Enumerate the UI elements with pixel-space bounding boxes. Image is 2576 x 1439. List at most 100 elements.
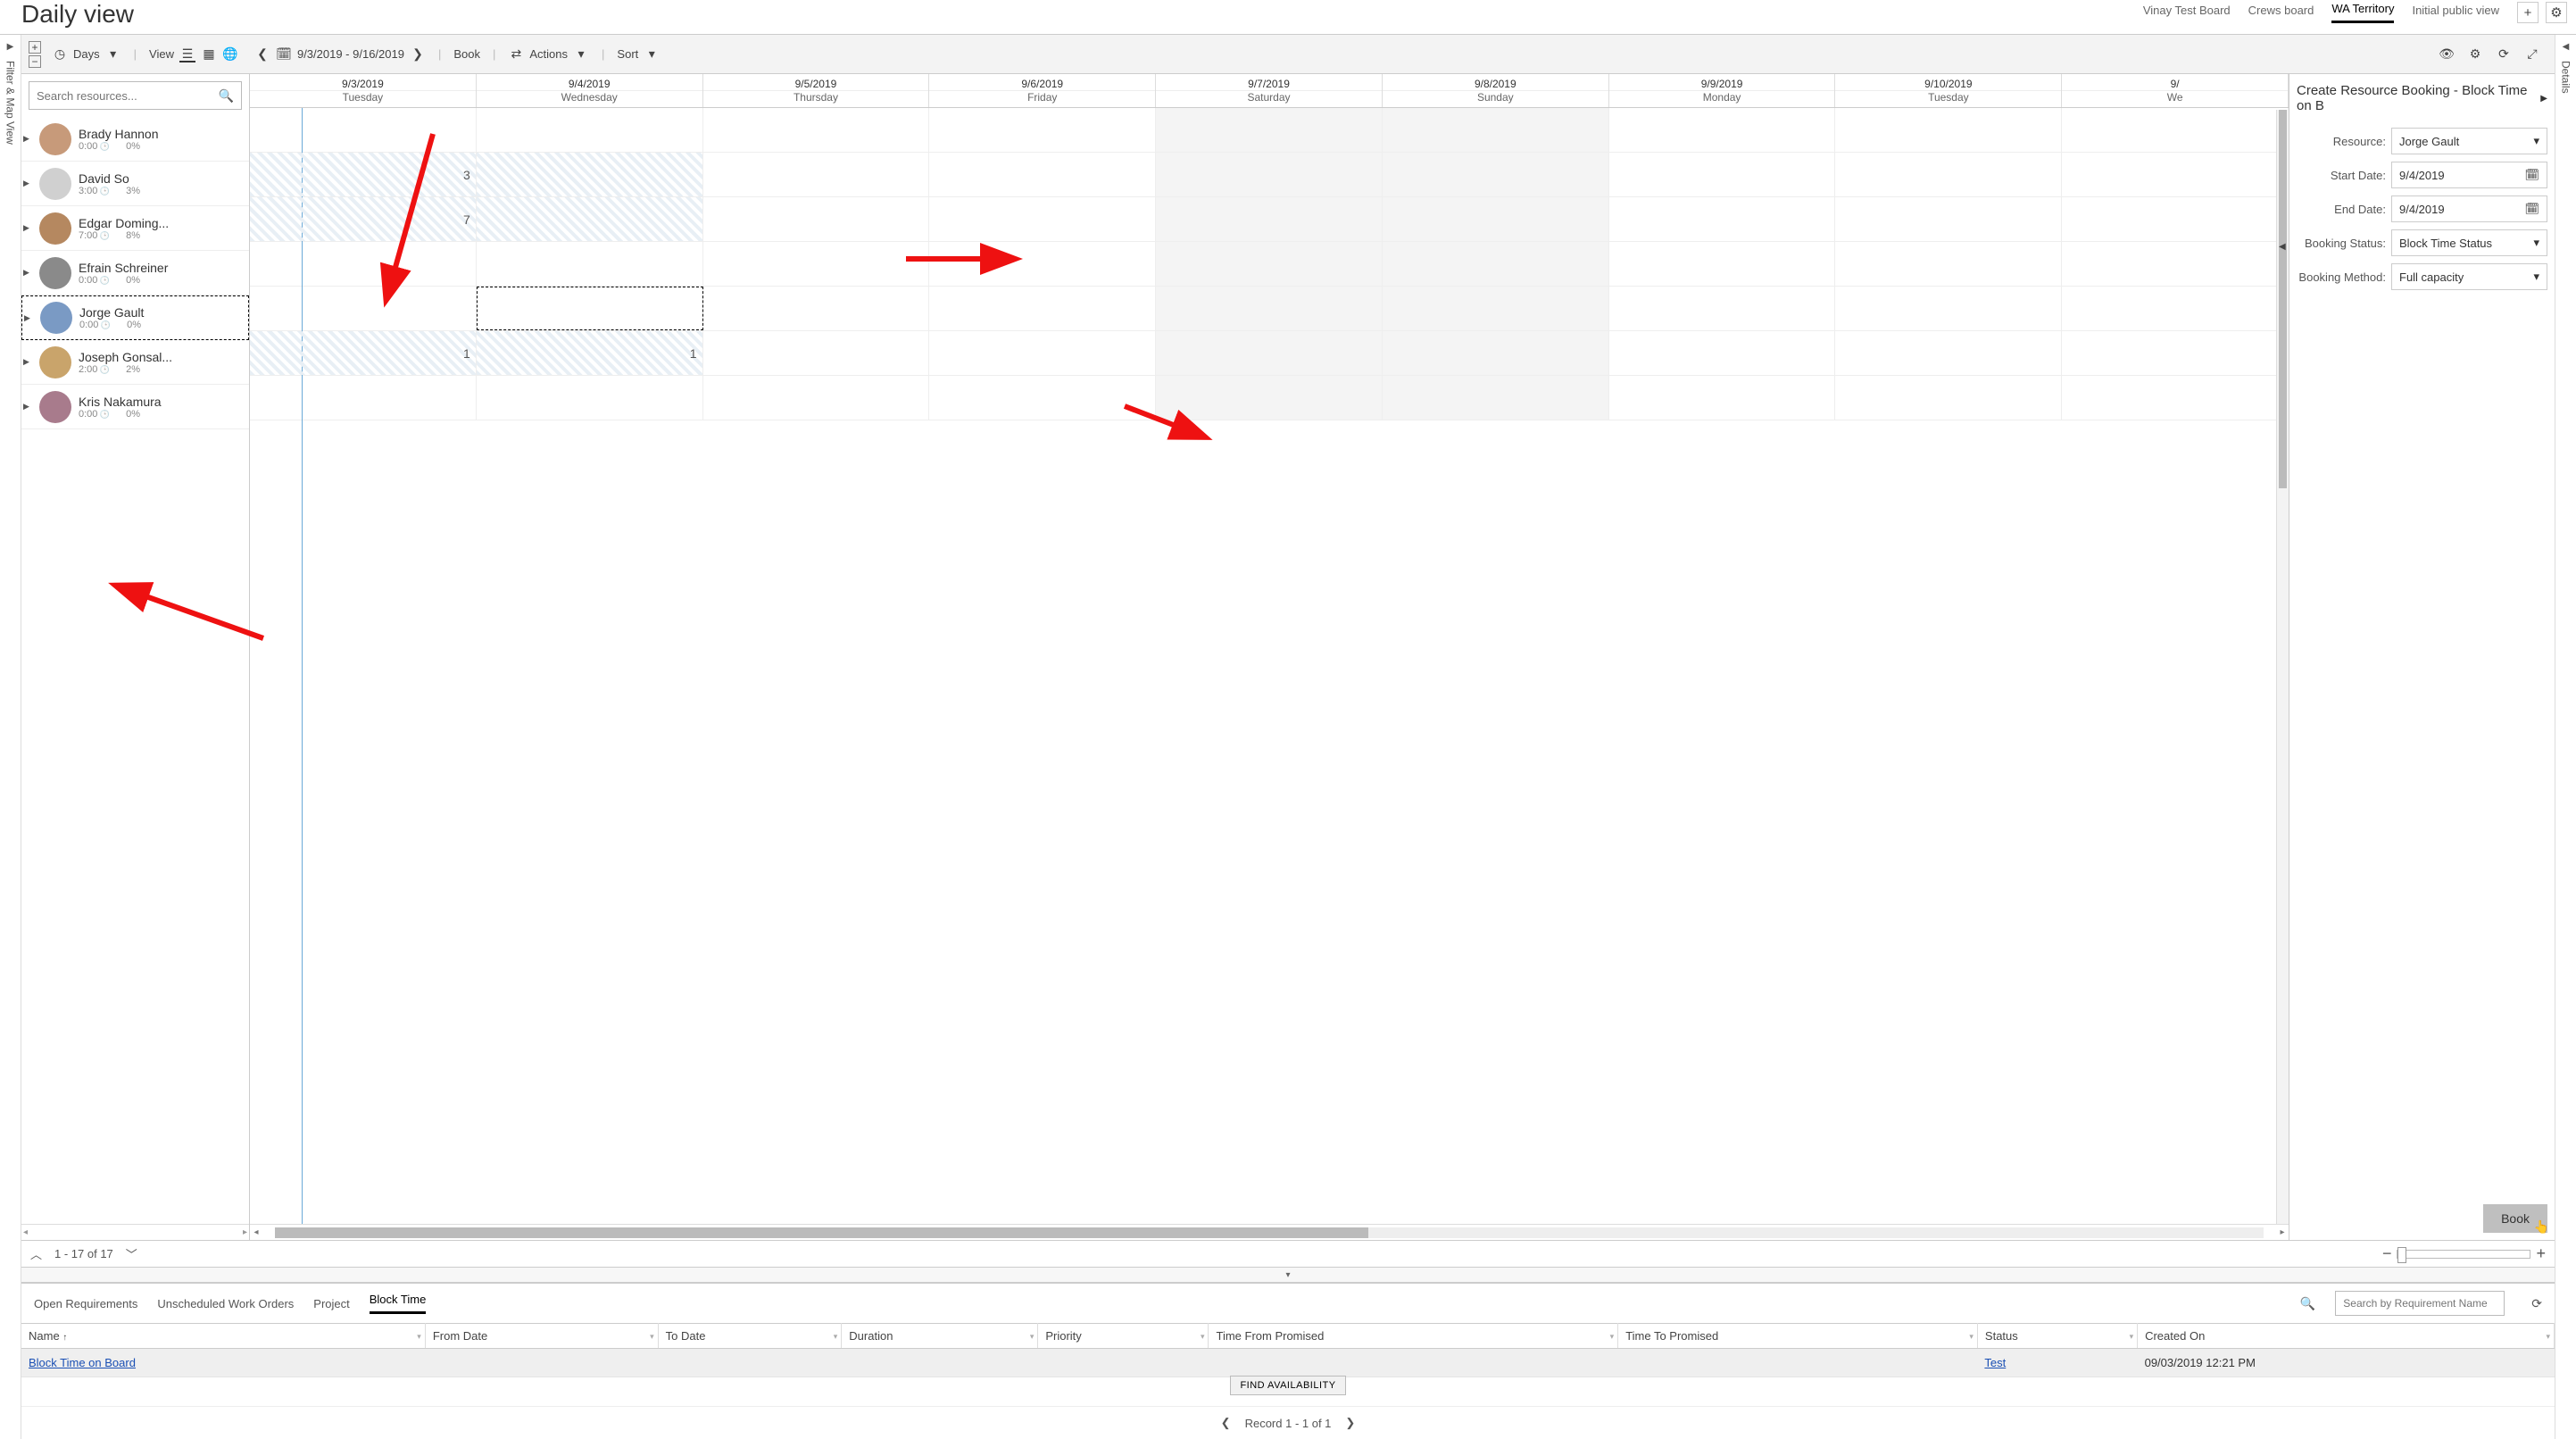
resource-search[interactable]: 🔍	[29, 81, 242, 110]
timeline-cell[interactable]	[250, 287, 477, 330]
add-board-button[interactable]: +	[2517, 2, 2539, 23]
timeline-cell[interactable]	[1609, 108, 1836, 152]
resource-row[interactable]: ▶ Efrain Schreiner 0:00 0%	[21, 251, 249, 295]
date-column-header[interactable]: 9/We	[2062, 74, 2289, 107]
search-input[interactable]	[29, 89, 212, 103]
book-button[interactable]: Book	[448, 47, 486, 61]
timeline-cell[interactable]: 1	[477, 331, 703, 375]
start-date-input[interactable]: 9/4/2019 🗓	[2391, 162, 2547, 188]
resource-row[interactable]: ▶ Brady Hannon 0:00 0%	[21, 117, 249, 162]
calendar-icon[interactable]: 🗓	[2524, 202, 2539, 216]
timeline-cell[interactable]	[1156, 331, 1383, 375]
expand-all-button[interactable]: +	[29, 41, 41, 54]
timeline-cell[interactable]	[929, 287, 1156, 330]
timeline-cell[interactable]	[2062, 197, 2289, 241]
end-date-input[interactable]: 9/4/2019 🗓	[2391, 195, 2547, 222]
timeline-cell[interactable]	[703, 108, 930, 152]
refresh-icon[interactable]: ⟳	[2531, 1296, 2542, 1311]
resource-dropdown[interactable]: Jorge Gault ▾	[2391, 128, 2547, 154]
date-column-header[interactable]: 9/8/2019Sunday	[1383, 74, 1609, 107]
timeline-cell[interactable]	[1156, 242, 1383, 286]
expand-resource-icon[interactable]: ▶	[24, 313, 33, 323]
refresh-icon[interactable]: ⟳	[2496, 46, 2512, 62]
timeline-cell[interactable]	[2062, 242, 2289, 286]
timeline-cell[interactable]	[703, 197, 930, 241]
status-dropdown[interactable]: Block Time Status ▾	[2391, 229, 2547, 256]
timeline-cell[interactable]	[477, 287, 703, 330]
date-column-header[interactable]: 9/9/2019Monday	[1609, 74, 1836, 107]
find-availability-button[interactable]: FIND AVAILABILITY	[1230, 1376, 1345, 1395]
panel-splitter[interactable]: ▾	[21, 1267, 2555, 1283]
timeline-cell[interactable]	[703, 331, 930, 375]
timeline-cell[interactable]	[1383, 376, 1609, 420]
timeline-cell[interactable]	[1156, 108, 1383, 152]
timeline-cell[interactable]: 7	[250, 197, 477, 241]
eye-icon[interactable]: 👁	[2439, 46, 2455, 62]
requirement-row[interactable]: Block Time on Board Test 09/03/2019 12:2…	[21, 1349, 2555, 1377]
method-dropdown[interactable]: Full capacity ▾	[2391, 263, 2547, 290]
timeline-cell[interactable]	[1383, 242, 1609, 286]
timeline-cell[interactable]	[1156, 287, 1383, 330]
timeline-cell[interactable]	[1835, 287, 2062, 330]
date-column-header[interactable]: 9/7/2019Saturday	[1156, 74, 1383, 107]
board-tab[interactable]: Vinay Test Board	[2143, 4, 2231, 22]
timeline-cell[interactable]	[477, 153, 703, 196]
expand-resource-icon[interactable]: ▶	[23, 268, 32, 278]
grid-view-button[interactable]: ▦	[201, 46, 217, 62]
timeline-cell[interactable]	[1383, 197, 1609, 241]
timeline-cell[interactable]	[250, 376, 477, 420]
timeline-cell[interactable]	[1156, 197, 1383, 241]
timeline-cell[interactable]	[250, 242, 477, 286]
timeline-cell[interactable]	[1609, 242, 1836, 286]
timeline-cell[interactable]	[2062, 287, 2289, 330]
resource-row[interactable]: ▶ Kris Nakamura 0:00 0%	[21, 385, 249, 429]
timeline-cell[interactable]	[1383, 287, 1609, 330]
next-range-button[interactable]: ❯	[410, 46, 426, 62]
date-column-header[interactable]: 9/6/2019Friday	[929, 74, 1156, 107]
timeline-cell[interactable]	[1609, 197, 1836, 241]
timeline-cell[interactable]	[477, 242, 703, 286]
left-rail[interactable]: ▶ Filter & Map View	[0, 35, 21, 1439]
gear-icon[interactable]: ⚙	[2467, 46, 2483, 62]
timeline-cell[interactable]	[477, 376, 703, 420]
timeline-vscroll[interactable]	[2276, 110, 2289, 1224]
req-tab[interactable]: Project	[313, 1297, 349, 1310]
req-tab[interactable]: Open Requirements	[34, 1297, 137, 1310]
timeline-cell[interactable]	[929, 108, 1156, 152]
zoom-out-button[interactable]: −	[2382, 1244, 2392, 1263]
timeline-cell[interactable]: 1	[250, 331, 477, 375]
req-column-header[interactable]: Name ↑▾	[21, 1324, 425, 1349]
actions-dropdown[interactable]: ⇄ Actions ▾	[503, 46, 594, 62]
calendar-icon[interactable]: 🗓	[2524, 168, 2539, 182]
req-column-header[interactable]: Created On▾	[2138, 1324, 2555, 1349]
list-view-button[interactable]: ☰	[179, 46, 195, 62]
collapse-panel-icon[interactable]: ◀	[2279, 242, 2286, 252]
page-up-button[interactable]: ︿	[30, 1245, 42, 1262]
timeline-cell[interactable]	[1383, 331, 1609, 375]
prev-range-button[interactable]: ❮	[254, 46, 270, 62]
timeline-cell[interactable]	[2062, 153, 2289, 196]
timeline-cell[interactable]	[1835, 197, 2062, 241]
date-column-header[interactable]: 9/5/2019Thursday	[703, 74, 930, 107]
collapse-all-button[interactable]: −	[29, 55, 41, 68]
date-column-header[interactable]: 9/3/2019Tuesday	[250, 74, 477, 107]
req-column-header[interactable]: From Date▾	[425, 1324, 658, 1349]
req-column-header[interactable]: Duration▾	[842, 1324, 1038, 1349]
map-view-button[interactable]: 🌐	[222, 46, 238, 62]
timeline-cell[interactable]	[477, 108, 703, 152]
timeline-hscroll[interactable]: ◂▸	[250, 1224, 2289, 1240]
req-tab[interactable]: Unscheduled Work Orders	[157, 1297, 294, 1310]
requirement-search-input[interactable]	[2335, 1291, 2505, 1316]
timeline-cell[interactable]	[1383, 153, 1609, 196]
date-column-header[interactable]: 9/10/2019Tuesday	[1835, 74, 2062, 107]
req-column-header[interactable]: Status▾	[1977, 1324, 2137, 1349]
timeline-cell[interactable]	[1383, 108, 1609, 152]
expand-resource-icon[interactable]: ▶	[23, 402, 32, 412]
timeline-cell[interactable]	[1835, 108, 2062, 152]
timeline-cell[interactable]	[1609, 287, 1836, 330]
expand-resource-icon[interactable]: ▶	[23, 179, 32, 188]
timeline-cell[interactable]	[929, 242, 1156, 286]
timeline-cell[interactable]	[1835, 376, 2062, 420]
search-icon[interactable]: 🔍	[2300, 1296, 2315, 1311]
expand-panel-icon[interactable]: ▶	[2540, 94, 2547, 104]
